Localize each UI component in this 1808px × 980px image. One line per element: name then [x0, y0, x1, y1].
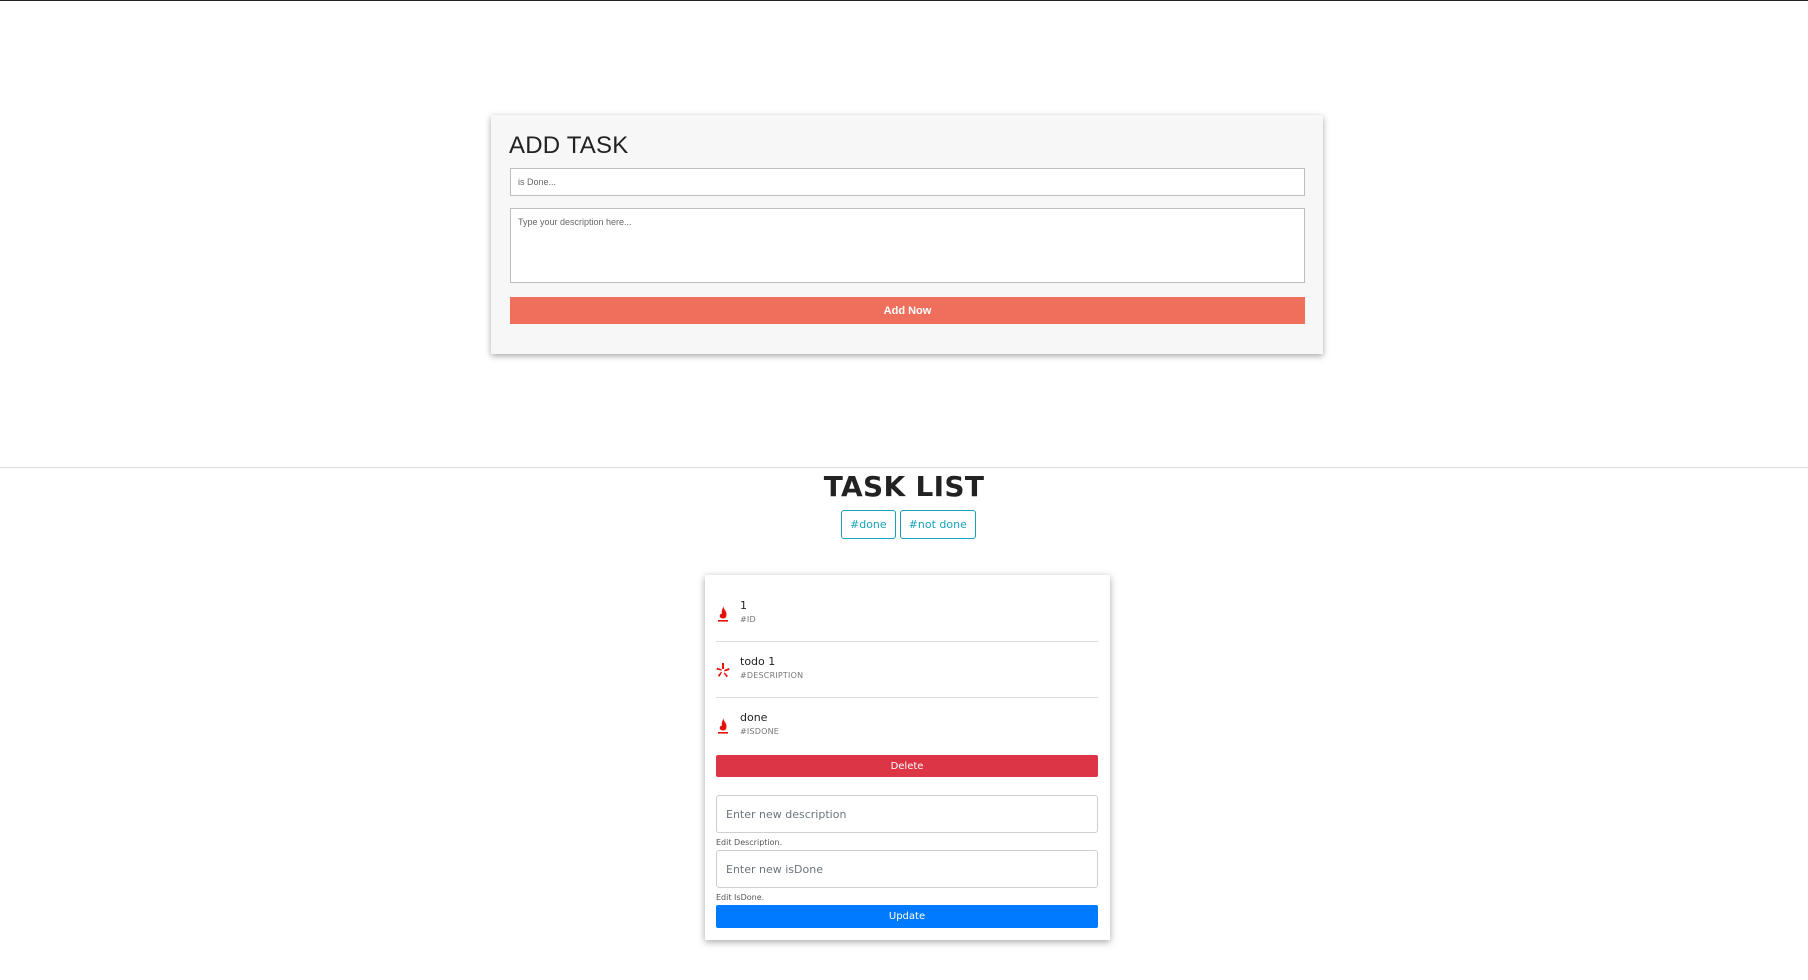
task-list-title: TASK LIST: [823, 470, 985, 503]
update-button[interactable]: Update: [716, 905, 1098, 928]
task-isdone-row: done #ISDONE: [716, 701, 1098, 753]
top-border: [0, 0, 1808, 1]
edit-isdone-helper: Edit IsDone.: [716, 893, 765, 902]
edit-isdone-input[interactable]: [716, 850, 1098, 888]
task-description-label: #DESCRIPTION: [740, 671, 804, 680]
is-done-input[interactable]: [510, 168, 1305, 196]
delete-button[interactable]: Delete: [716, 755, 1098, 777]
fire-icon: [716, 717, 730, 735]
task-id-row: 1 #ID: [716, 589, 1098, 642]
task-card: 1 #ID todo 1 #DESCRIPTION done #ISDONE D…: [705, 575, 1110, 940]
yelp-icon: [716, 661, 730, 679]
task-isdone-label: #ISDONE: [740, 727, 780, 736]
fire-icon: [716, 605, 730, 623]
edit-description-input[interactable]: [716, 795, 1098, 833]
task-id-label: #ID: [740, 615, 756, 624]
filter-buttons: #done #not done: [841, 510, 976, 539]
task-description-row: todo 1 #DESCRIPTION: [716, 645, 1098, 698]
filter-not-done-button[interactable]: #not done: [899, 510, 976, 539]
edit-description-helper: Edit Description.: [716, 838, 783, 847]
add-task-title: ADD TASK: [509, 132, 629, 159]
task-id-value: 1: [740, 599, 747, 612]
description-textarea[interactable]: [510, 208, 1305, 283]
task-description-value: todo 1: [740, 655, 776, 668]
filter-done-button[interactable]: #done: [841, 510, 896, 539]
add-now-button[interactable]: Add Now: [510, 297, 1305, 324]
add-task-card: ADD TASK Add Now: [491, 115, 1323, 354]
task-isdone-value: done: [740, 711, 768, 724]
